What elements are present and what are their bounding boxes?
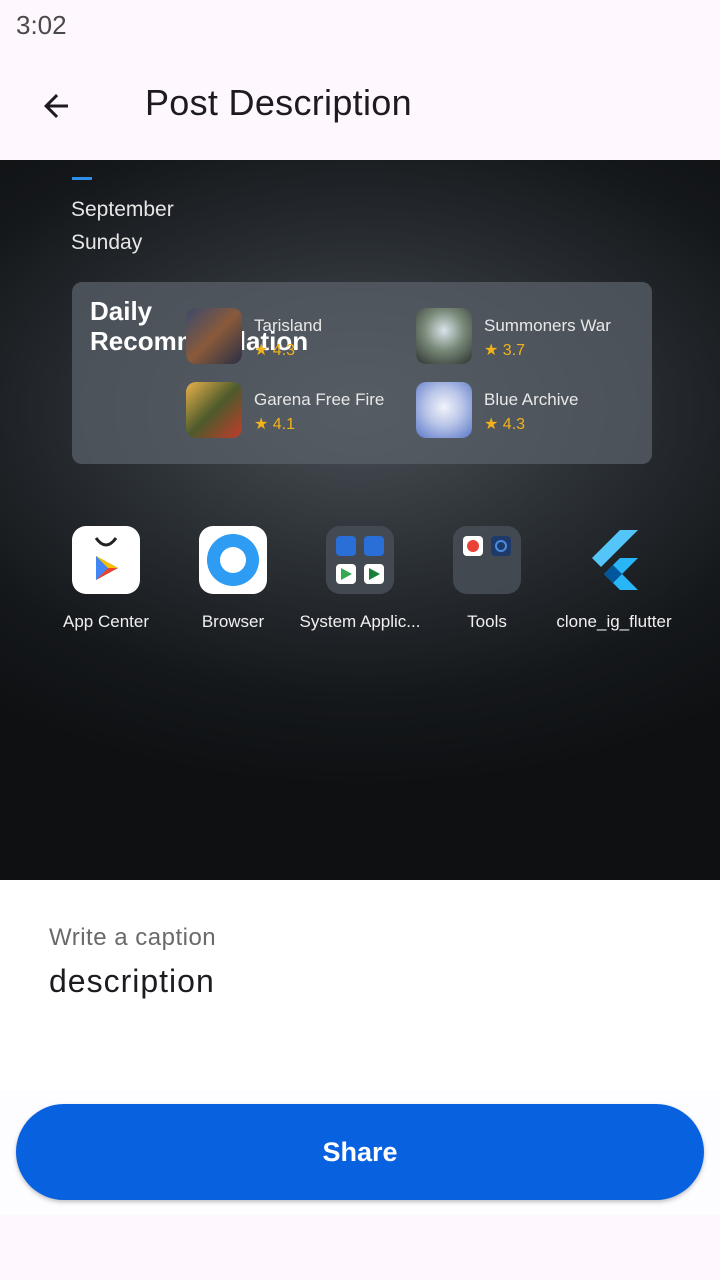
tools-folder-icon [453, 526, 521, 594]
app-shortcut: System Applic... [290, 524, 430, 644]
game-item: Garena Free Fire ★ 4.1 [186, 382, 406, 440]
game-rating: ★ 3.7 [484, 342, 526, 359]
app-label: Browser [201, 612, 265, 631]
daily-recommendation-card: Daily Recommendation Tarisland ★ 4.3 Sum… [72, 282, 652, 464]
app-bar: Post Description [0, 52, 720, 160]
share-button[interactable]: Share [16, 1104, 704, 1200]
summoners-war-icon [416, 308, 472, 364]
game-name: Tarisland [254, 316, 323, 335]
status-bar: 3:02 [0, 0, 720, 52]
home-apps-row: App Center Browser System Applic... Tool… [0, 524, 720, 644]
system-apps-folder-icon [326, 526, 394, 594]
accent-dash [72, 177, 92, 180]
status-time: 3:02 [16, 10, 67, 40]
tarisland-icon [186, 308, 242, 364]
caption-section: Write a caption [0, 880, 720, 1090]
app-shortcut: App Center [36, 524, 176, 644]
app-label: App Center [63, 612, 149, 631]
game-item: Tarisland ★ 4.3 [186, 308, 406, 366]
caption-label: Write a caption [49, 924, 217, 951]
game-item: Blue Archive ★ 4.3 [416, 382, 636, 440]
game-name: Summoners War [484, 316, 611, 335]
game-rating: ★ 4.3 [484, 416, 526, 433]
app-shortcut: Tools [417, 524, 557, 644]
arrow-left-icon [44, 94, 68, 118]
blue-archive-icon [416, 382, 472, 438]
app-label: clone_ig_flutter [556, 612, 672, 631]
flutter-icon [580, 526, 648, 594]
app-label: Tools [467, 612, 507, 631]
app-shortcut: clone_ig_flutter [544, 524, 684, 644]
app-label: System Applic... [299, 612, 421, 631]
date-month: September [71, 198, 174, 221]
bottom-bar: Share [0, 1090, 720, 1215]
game-rating: ★ 4.1 [254, 416, 296, 433]
app-shortcut: Browser [163, 524, 303, 644]
back-button[interactable] [28, 78, 84, 134]
date-weekday: Sunday [71, 231, 143, 254]
caption-input[interactable] [49, 958, 669, 1004]
post-image-preview: September Sunday Daily Recommendation Ta… [0, 160, 720, 880]
game-name: Garena Free Fire [254, 390, 385, 409]
app-center-icon [72, 526, 140, 594]
game-name: Blue Archive [484, 390, 579, 409]
free-fire-icon [186, 382, 242, 438]
game-rating: ★ 4.3 [254, 342, 296, 359]
browser-icon [199, 526, 267, 594]
page-title: Post Description [145, 82, 412, 123]
game-item: Summoners War ★ 3.7 [416, 308, 636, 366]
